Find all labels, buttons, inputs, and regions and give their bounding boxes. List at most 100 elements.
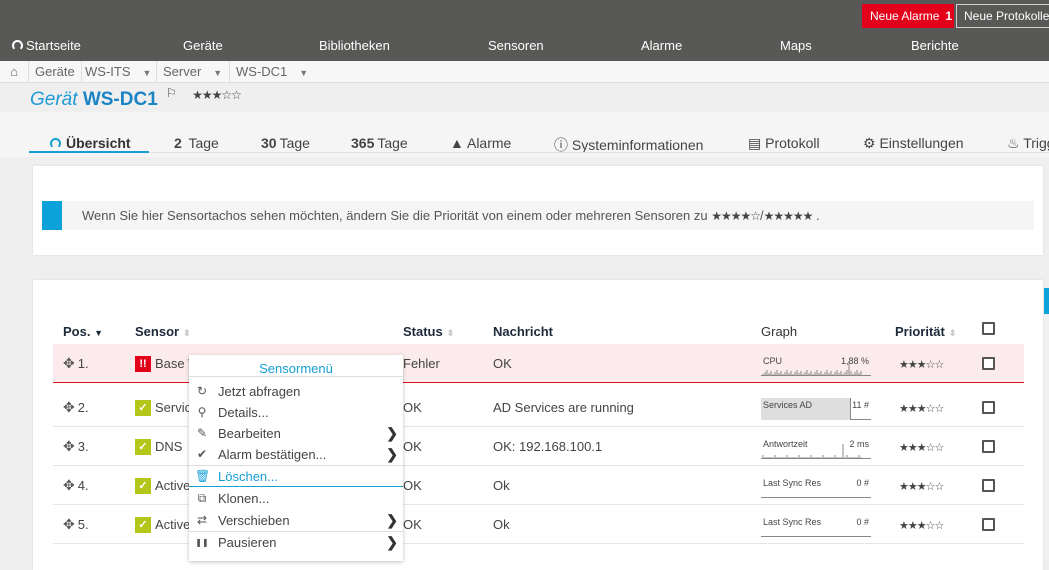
device-prefix: Gerät bbox=[30, 89, 78, 110]
nav-home[interactable]: Startseite bbox=[12, 38, 81, 53]
column-header-sensor[interactable]: Sensor ⬍ bbox=[135, 324, 191, 339]
gauge-icon bbox=[50, 138, 61, 149]
row-checkbox[interactable] bbox=[982, 401, 995, 414]
scrollbar-track[interactable] bbox=[1044, 314, 1049, 561]
move-handle-icon[interactable]: ✥ bbox=[63, 355, 75, 371]
move-handle-icon[interactable]: ✥ bbox=[63, 516, 75, 532]
menu-item[interactable]: ✎ Bearbeiten ❯ bbox=[189, 423, 403, 444]
priority-stars[interactable]: ★★★☆☆ bbox=[899, 481, 944, 493]
nav-reports[interactable]: Berichte bbox=[911, 38, 959, 53]
mini-graph[interactable]: Last Sync Res 0 # bbox=[761, 515, 871, 537]
tab-settings-label: Einstellungen bbox=[879, 135, 964, 151]
tab-2-days[interactable]: 2 Tage bbox=[174, 135, 219, 151]
row-checkbox[interactable] bbox=[982, 357, 995, 370]
mini-graph[interactable]: Last Sync Res 0 # bbox=[761, 476, 871, 498]
tab-365-days-label: Tage bbox=[377, 135, 408, 151]
tab-365-days[interactable]: 365 Tage bbox=[351, 135, 408, 151]
column-header-message[interactable]: Nachricht bbox=[493, 324, 553, 339]
menu-item[interactable]: ❚❚ Pausieren ❯ bbox=[189, 532, 403, 553]
menu-item[interactable]: ↻ Jetzt abfragen bbox=[189, 381, 403, 402]
nav-sensors[interactable]: Sensoren bbox=[488, 38, 544, 53]
move-handle-icon[interactable]: ✥ bbox=[63, 399, 75, 415]
ok-check-icon: ✓ bbox=[135, 478, 151, 494]
nav-maps[interactable]: Maps bbox=[780, 38, 812, 53]
flag-icon[interactable]: ⚐ bbox=[166, 86, 177, 100]
menu-item-label: Details... bbox=[218, 405, 269, 420]
column-header-pos[interactable]: Pos. ▼ bbox=[63, 324, 103, 339]
new-logs-button[interactable]: Neue Protokolleinträge bbox=[956, 4, 1049, 28]
breadcrumb-item-devices[interactable]: Geräte bbox=[29, 61, 82, 83]
priority-cell[interactable]: ★★★☆☆ bbox=[899, 344, 944, 383]
move-handle-icon[interactable]: ✥ bbox=[63, 477, 75, 493]
chevron-down-icon[interactable]: ▼ bbox=[299, 68, 308, 78]
tab-30-days[interactable]: 30 Tage bbox=[261, 135, 310, 151]
sensor-cell[interactable]: ✓ Servic bbox=[135, 388, 191, 427]
device-priority-stars[interactable]: ★★★☆☆ bbox=[192, 88, 242, 102]
sensor-cell[interactable]: ✓ DNS bbox=[135, 427, 182, 466]
nav-alarms[interactable]: Alarme bbox=[641, 38, 682, 53]
menu-item[interactable]: ⚲ Details... bbox=[189, 402, 403, 423]
row-checkbox[interactable] bbox=[982, 440, 995, 453]
menu-item[interactable]: ⇄ Verschieben ❯ bbox=[189, 510, 403, 531]
sensor-name[interactable]: Servic bbox=[155, 400, 191, 415]
sensor-cell[interactable]: ✓ Active bbox=[135, 505, 190, 544]
nav-devices[interactable]: Geräte bbox=[183, 38, 223, 53]
priority-cell[interactable]: ★★★☆☆ bbox=[899, 505, 944, 544]
column-header-status[interactable]: Status ⬍ bbox=[403, 324, 454, 339]
tab-2-days-label: Tage bbox=[188, 135, 219, 151]
breadcrumb-home[interactable]: ⌂ bbox=[0, 61, 29, 83]
pos-cell[interactable]: ✥ 2. bbox=[63, 388, 89, 427]
sensor-cell[interactable]: ✓ Active bbox=[135, 466, 190, 505]
breadcrumb-item-device[interactable]: WS-DC1 ▼ bbox=[230, 61, 314, 83]
bell-icon: ♨ bbox=[1007, 135, 1020, 151]
mini-graph[interactable]: Antwortzeit 2 ms bbox=[761, 437, 871, 459]
pos-cell[interactable]: ✥ 1. bbox=[63, 344, 89, 383]
pos-cell[interactable]: ✥ 5. bbox=[63, 505, 89, 544]
breadcrumb-item-server[interactable]: Server ▼ bbox=[157, 61, 230, 83]
sensor-name[interactable]: DNS bbox=[155, 439, 182, 454]
breadcrumb-item-group[interactable]: WS-ITS ▼ bbox=[79, 61, 157, 83]
graph-label: Services AD bbox=[763, 400, 813, 410]
tab-settings[interactable]: ⚙ Einstellungen bbox=[863, 135, 964, 152]
chevron-down-icon[interactable]: ▼ bbox=[143, 68, 152, 78]
sensor-name[interactable]: Active bbox=[155, 517, 190, 532]
mini-graph[interactable]: CPU 1,88 % bbox=[761, 354, 871, 376]
tab-alarms[interactable]: ▲ Alarme bbox=[450, 135, 511, 151]
new-alarms-button[interactable]: Neue Alarme 1 bbox=[862, 4, 954, 28]
tab-30-days-num: 30 bbox=[261, 135, 277, 151]
priority-cell[interactable]: ★★★☆☆ bbox=[899, 388, 944, 427]
tab-log[interactable]: ▤ Protokoll bbox=[748, 135, 820, 152]
priority-stars[interactable]: ★★★☆☆ bbox=[899, 442, 944, 454]
scroll-indicator[interactable] bbox=[1044, 288, 1049, 314]
priority-stars[interactable]: ★★★☆☆ bbox=[899, 359, 944, 371]
info-end: . bbox=[816, 208, 820, 223]
menu-item[interactable]: ✔ Alarm bestätigen... ❯ bbox=[189, 444, 403, 465]
menu-item[interactable]: 🗑 Löschen... bbox=[189, 466, 403, 487]
mini-graph[interactable]: Services AD 11 # bbox=[761, 398, 871, 420]
chevron-down-icon[interactable]: ▼ bbox=[213, 68, 222, 78]
chevron-right-icon: ❯ bbox=[386, 425, 398, 441]
nav-libraries[interactable]: Bibliotheken bbox=[319, 38, 390, 53]
menu-item-label: Verschieben bbox=[218, 513, 290, 528]
pos-cell[interactable]: ✥ 4. bbox=[63, 466, 89, 505]
menu-item-label: Pausieren bbox=[218, 535, 277, 550]
sensor-name[interactable]: Active bbox=[155, 478, 190, 493]
priority-cell[interactable]: ★★★☆☆ bbox=[899, 466, 944, 505]
tab-system-info-label: Systeminformationen bbox=[571, 137, 704, 153]
priority-stars[interactable]: ★★★☆☆ bbox=[899, 520, 944, 532]
sort-desc-icon: ▼ bbox=[94, 328, 104, 338]
row-checkbox[interactable] bbox=[982, 479, 995, 492]
page-title: Gerät WS-DC1 ⚐ ★★★☆☆ bbox=[30, 86, 242, 111]
priority-stars[interactable]: ★★★☆☆ bbox=[899, 403, 944, 415]
priority-cell[interactable]: ★★★☆☆ bbox=[899, 427, 944, 466]
tab-trigger[interactable]: ♨ Trigger bbox=[1007, 135, 1049, 152]
tab-overview[interactable]: Übersicht bbox=[50, 135, 131, 151]
row-checkbox[interactable] bbox=[982, 518, 995, 531]
graph-value: 0 # bbox=[856, 517, 869, 527]
select-all-checkbox[interactable] bbox=[982, 322, 995, 335]
pos-cell[interactable]: ✥ 3. bbox=[63, 427, 89, 466]
column-header-priority[interactable]: Priorität ⬍ bbox=[895, 324, 956, 339]
move-handle-icon[interactable]: ✥ bbox=[63, 438, 75, 454]
menu-item[interactable]: ⧉ Klonen... bbox=[189, 488, 403, 509]
column-header-graph: Graph bbox=[761, 324, 798, 339]
